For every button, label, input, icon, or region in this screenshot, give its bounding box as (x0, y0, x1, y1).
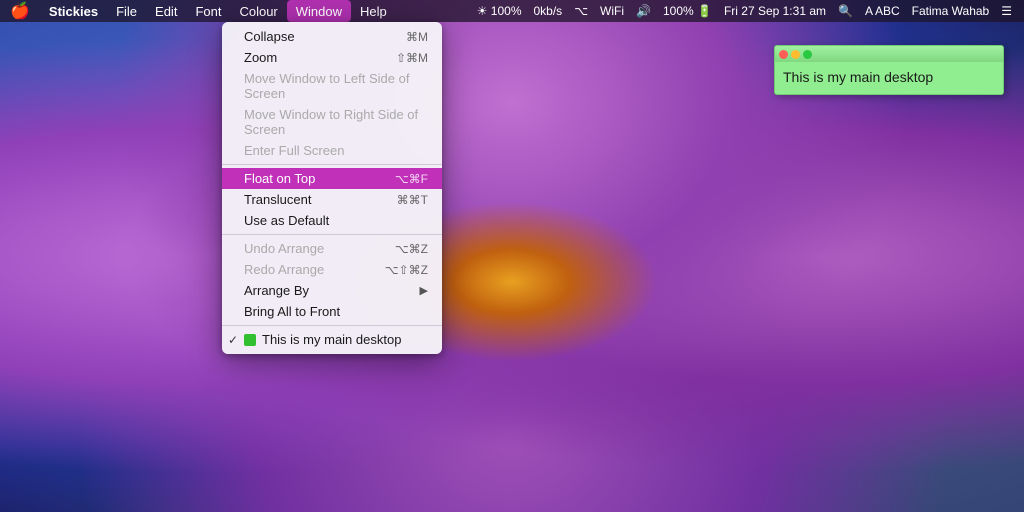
menubar-bluetooth: ⌥ (570, 4, 592, 18)
checkmark-icon: ✓ (228, 333, 238, 347)
menubar-left: 🍎 Stickies File Edit Font Colour Window … (0, 0, 396, 22)
menubar-colour[interactable]: Colour (230, 0, 286, 22)
menubar-notification[interactable]: ☰ (997, 4, 1016, 18)
menu-enter-fullscreen: Enter Full Screen (222, 140, 442, 161)
menubar-right: ☀ 100% 0kb/s ⌥ WiFi 🔊 100% 🔋 Fri 27 Sep … (473, 4, 1024, 18)
menubar-window[interactable]: Window (287, 0, 351, 22)
menubar-brightness: ☀ 100% (473, 4, 526, 18)
zoom-button[interactable] (803, 50, 812, 59)
menubar-app-name[interactable]: Stickies (40, 0, 107, 22)
menubar-wifi: WiFi (596, 4, 628, 18)
menu-zoom[interactable]: Zoom ⇧⌘M (222, 47, 442, 68)
menu-collapse[interactable]: Collapse ⌘M (222, 26, 442, 47)
menubar-help[interactable]: Help (351, 0, 396, 22)
menubar-volume: 🔊 (632, 4, 655, 18)
menubar-battery: 100% 🔋 (659, 4, 716, 18)
menubar-font[interactable]: Font (186, 0, 230, 22)
menubar-file[interactable]: File (107, 0, 146, 22)
menu-use-as-default[interactable]: Use as Default (222, 210, 442, 231)
menu-bring-all-front[interactable]: Bring All to Front (222, 301, 442, 322)
separator-1 (222, 164, 442, 165)
separator-3 (222, 325, 442, 326)
menu-redo-arrange: Redo Arrange ⌥⇧⌘Z (222, 259, 442, 280)
menu-main-desktop[interactable]: ✓ This is my main desktop (222, 329, 442, 350)
close-button[interactable] (779, 50, 788, 59)
green-dot-icon (244, 334, 256, 346)
sticky-note[interactable]: This is my main desktop (774, 45, 1004, 95)
menu-arrange-by[interactable]: Arrange By ▶ (222, 280, 442, 301)
menubar-edit[interactable]: Edit (146, 0, 186, 22)
menubar-datetime: Fri 27 Sep 1:31 am (720, 4, 830, 18)
menu-translucent[interactable]: Translucent ⌘⌘T (222, 189, 442, 210)
sticky-titlebar (775, 46, 1003, 62)
menubar-user: Fatima Wahab (908, 4, 994, 18)
menu-float-on-top[interactable]: Float on Top ⌥⌘F (222, 168, 442, 189)
separator-2 (222, 234, 442, 235)
menubar-spotlight[interactable]: 🔍 (834, 4, 857, 18)
menubar-network: 0kb/s (530, 4, 567, 18)
menu-move-left: Move Window to Left Side of Screen (222, 68, 442, 104)
menu-undo-arrange: Undo Arrange ⌥⌘Z (222, 238, 442, 259)
apple-menu[interactable]: 🍎 (0, 0, 40, 22)
minimize-button[interactable] (791, 50, 800, 59)
window-dropdown-menu: Collapse ⌘M Zoom ⇧⌘M Move Window to Left… (222, 22, 442, 354)
sticky-content: This is my main desktop (775, 62, 1003, 94)
menu-move-right: Move Window to Right Side of Screen (222, 104, 442, 140)
menubar: 🍎 Stickies File Edit Font Colour Window … (0, 0, 1024, 22)
menubar-abc: A ABC (861, 4, 904, 18)
